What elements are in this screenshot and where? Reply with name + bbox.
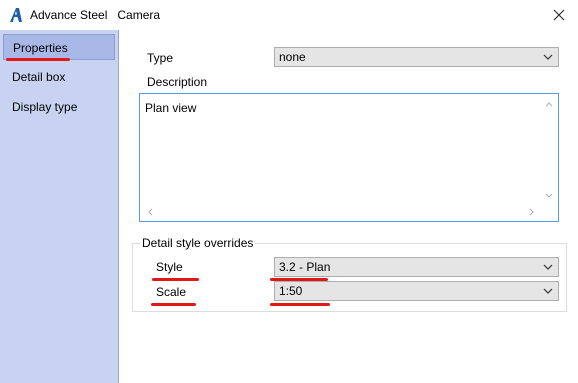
scroll-left-icon[interactable] bbox=[144, 206, 156, 218]
sidebar-item-label: Detail box bbox=[12, 70, 66, 84]
group-title: Detail style overrides bbox=[140, 236, 256, 250]
chevron-down-icon bbox=[543, 54, 553, 60]
sidebar-item-detail-box[interactable]: Detail box bbox=[3, 64, 115, 90]
sidebar: Properties Detail box Display type bbox=[0, 30, 119, 383]
scroll-up-icon[interactable] bbox=[543, 98, 555, 110]
annotation-underline bbox=[270, 303, 330, 306]
close-icon bbox=[553, 9, 565, 21]
close-button[interactable] bbox=[548, 4, 570, 26]
type-select[interactable]: none bbox=[274, 47, 559, 67]
scroll-down-icon[interactable] bbox=[543, 190, 555, 202]
window-title: Advance Steel Camera bbox=[30, 8, 161, 22]
sidebar-item-label: Properties bbox=[13, 41, 68, 55]
sidebar-item-label: Display type bbox=[12, 100, 78, 114]
scale-label: Scale bbox=[156, 285, 187, 299]
style-label: Style bbox=[156, 260, 183, 274]
scale-select-value: 1:50 bbox=[279, 284, 303, 298]
chevron-down-icon bbox=[543, 264, 553, 270]
annotation-underline bbox=[6, 58, 70, 61]
type-select-value: none bbox=[279, 50, 306, 64]
advance-steel-logo-icon bbox=[10, 8, 22, 22]
description-label: Description bbox=[147, 75, 208, 89]
sidebar-item-display-type[interactable]: Display type bbox=[3, 94, 115, 120]
type-label: Type bbox=[147, 51, 174, 65]
chevron-down-icon bbox=[543, 288, 553, 294]
title-bar: Advance Steel Camera bbox=[0, 0, 578, 30]
description-text: Plan view bbox=[145, 101, 197, 115]
scale-select[interactable]: 1:50 bbox=[274, 281, 559, 301]
annotation-underline bbox=[151, 303, 196, 306]
sidebar-item-properties[interactable]: Properties bbox=[3, 34, 115, 60]
scroll-right-icon[interactable] bbox=[526, 206, 538, 218]
style-select[interactable]: 3.2 - Plan bbox=[274, 257, 559, 277]
style-select-value: 3.2 - Plan bbox=[279, 260, 331, 274]
description-textarea[interactable]: Plan view bbox=[139, 93, 559, 222]
vertical-scrollbar[interactable] bbox=[540, 95, 557, 205]
annotation-underline bbox=[152, 278, 199, 281]
horizontal-scrollbar[interactable] bbox=[141, 203, 541, 220]
